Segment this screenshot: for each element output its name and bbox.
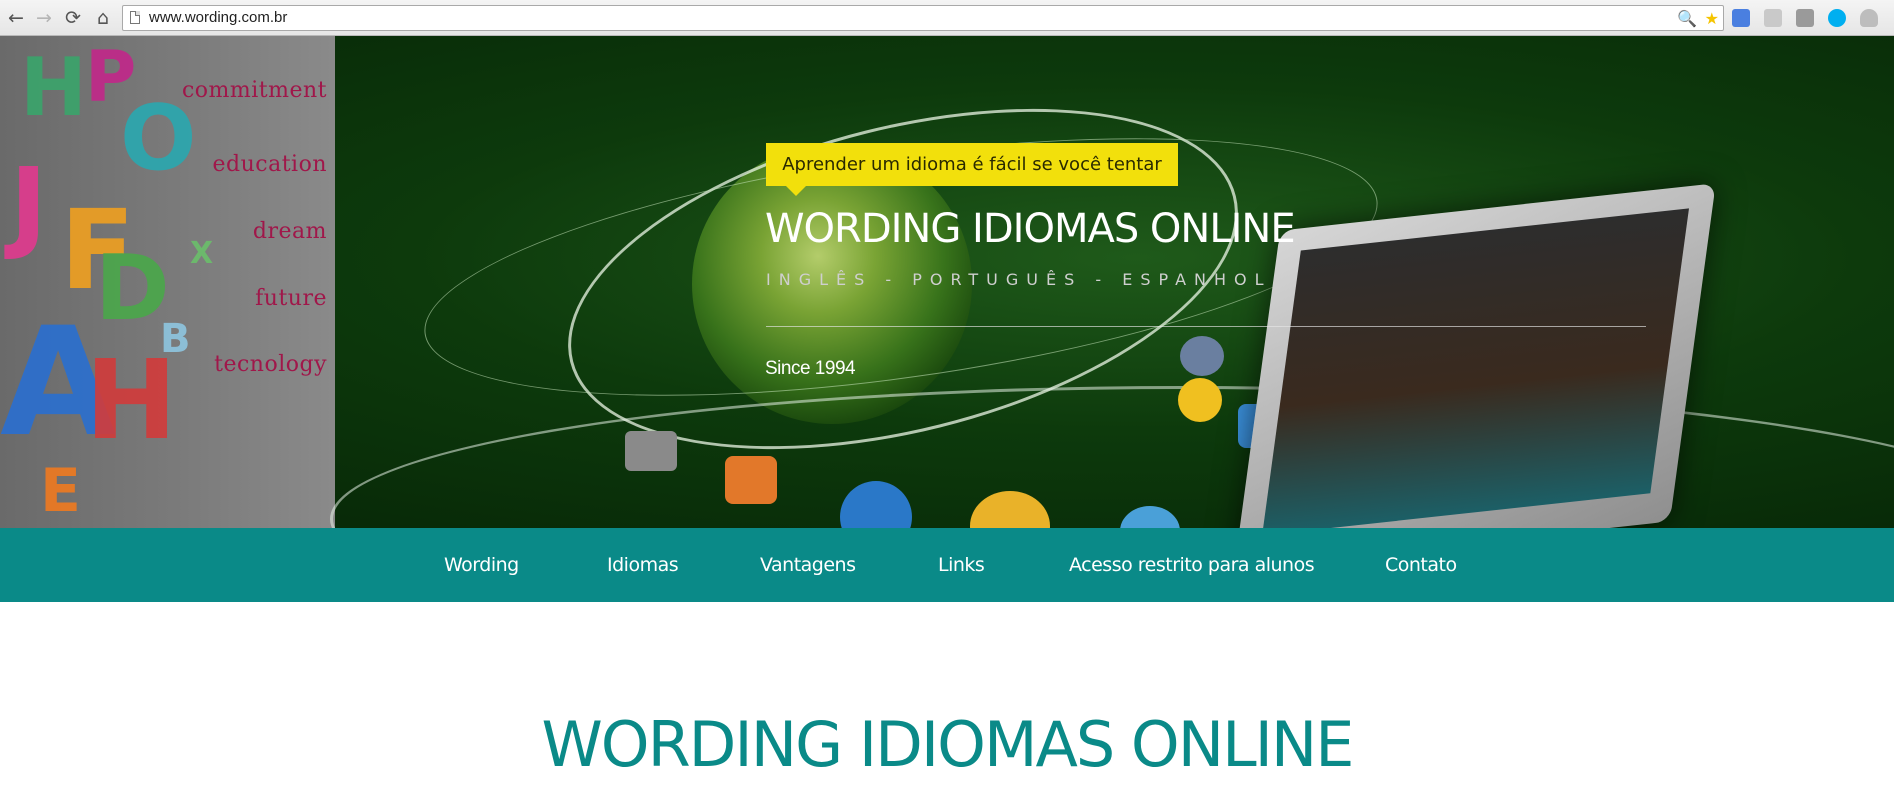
collage-word: future: [255, 286, 327, 311]
smiley-headset-icon: [1178, 378, 1222, 422]
reload-icon: ⟳: [65, 7, 81, 29]
folder-icon: [625, 431, 677, 471]
section-title: WORDING IDIOMAS ONLINE: [541, 708, 1355, 781]
collage-word: education: [212, 152, 327, 177]
url-text[interactable]: www.wording.com.br: [149, 9, 287, 26]
laptop-image: [1234, 183, 1716, 528]
tagline-badge: Aprender um idioma é fácil se você tenta…: [766, 143, 1178, 196]
google-translate-icon[interactable]: [1732, 9, 1750, 27]
collage-word: commitment: [181, 78, 327, 103]
address-bar[interactable]: www.wording.com.br 🔍 ★: [122, 5, 1724, 31]
collage-word: dream: [252, 219, 327, 244]
forward-button[interactable]: →: [33, 7, 55, 29]
home-icon: ⌂: [96, 7, 110, 29]
forward-arrow-icon: →: [36, 7, 52, 29]
bookmark-star-icon[interactable]: ★: [1705, 9, 1719, 28]
nav-item-contato[interactable]: Contato: [1385, 554, 1457, 576]
nav-item-wording[interactable]: Wording: [444, 554, 519, 576]
cloud-icon[interactable]: [1860, 9, 1878, 27]
zoom-icon[interactable]: 🔍: [1677, 9, 1697, 28]
hero-divider: [766, 326, 1646, 327]
main-nav: Wording Idiomas Vantagens Links Acesso r…: [0, 528, 1894, 602]
hero-since: Since 1994: [765, 358, 856, 379]
home-button[interactable]: ⌂: [92, 7, 114, 29]
back-arrow-icon: ←: [8, 7, 24, 29]
nav-item-idiomas[interactable]: Idiomas: [607, 554, 679, 576]
extension-icon[interactable]: [1796, 9, 1814, 27]
reload-button[interactable]: ⟳: [62, 7, 84, 29]
collage-word: tecnology: [214, 352, 327, 377]
laptop-screen: [1262, 208, 1689, 528]
tagline-text: Aprender um idioma é fácil se você tenta…: [782, 154, 1162, 175]
nav-item-vantagens[interactable]: Vantagens: [760, 554, 856, 576]
hero-title: WORDING IDIOMAS ONLINE: [765, 206, 1296, 252]
browser-toolbar: ← → ⟳ ⌂ www.wording.com.br 🔍 ★: [0, 0, 1894, 36]
nav-item-acesso-restrito[interactable]: Acesso restrito para alunos: [1069, 554, 1315, 576]
letter-collage-image: H P O J F D A H B X E commitment educati…: [0, 36, 335, 528]
extension-icon[interactable]: [1764, 9, 1782, 27]
back-button[interactable]: ←: [5, 7, 27, 29]
hero-banner: H P O J F D A H B X E commitment educati…: [0, 36, 1894, 528]
page-icon: [130, 11, 140, 24]
nav-item-links[interactable]: Links: [938, 554, 985, 576]
music-icon: [1180, 336, 1224, 376]
skype-icon[interactable]: [1828, 9, 1846, 27]
rss-icon: [725, 456, 777, 504]
hero-subtitle: INGLÊS - PORTUGUÊS - ESPANHOL: [766, 270, 1272, 289]
